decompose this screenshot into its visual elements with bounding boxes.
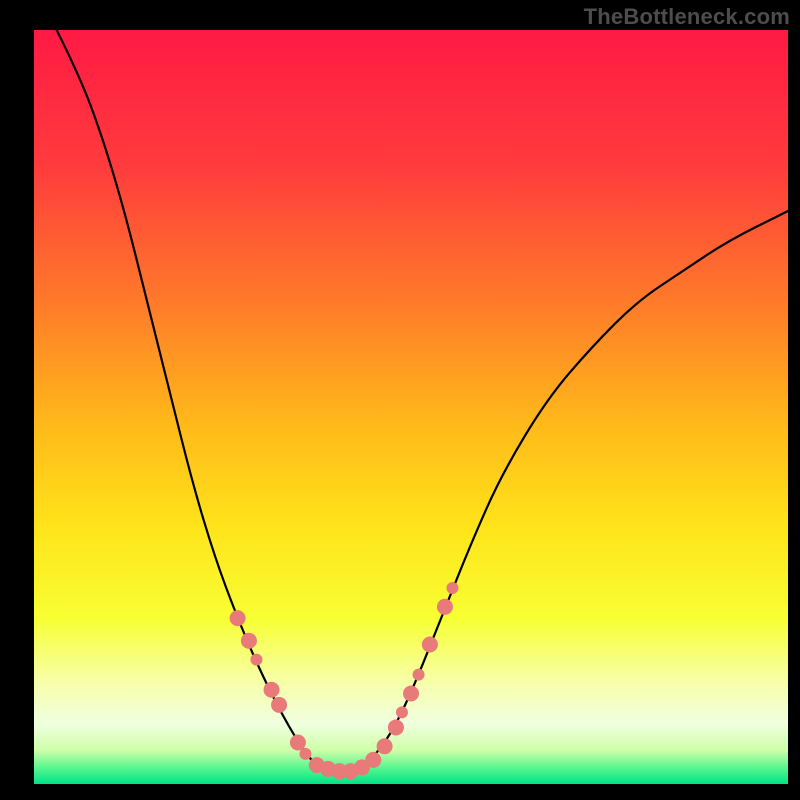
data-marker	[290, 735, 306, 751]
data-marker	[403, 686, 419, 702]
watermark-text: TheBottleneck.com	[584, 4, 790, 30]
data-marker	[241, 633, 257, 649]
chart-svg	[34, 30, 788, 784]
data-marker	[230, 610, 246, 626]
data-marker	[396, 706, 408, 718]
data-marker	[388, 719, 404, 735]
data-marker	[264, 682, 280, 698]
data-marker	[422, 637, 438, 653]
data-marker	[437, 599, 453, 615]
bottleneck-chart: TheBottleneck.com	[0, 0, 800, 800]
data-marker	[446, 582, 458, 594]
data-marker	[365, 752, 381, 768]
data-marker	[299, 748, 311, 760]
data-marker	[250, 654, 262, 666]
plot-area	[34, 30, 788, 784]
data-marker	[377, 738, 393, 754]
data-marker	[271, 697, 287, 713]
gradient-background	[34, 30, 788, 784]
data-marker	[413, 669, 425, 681]
